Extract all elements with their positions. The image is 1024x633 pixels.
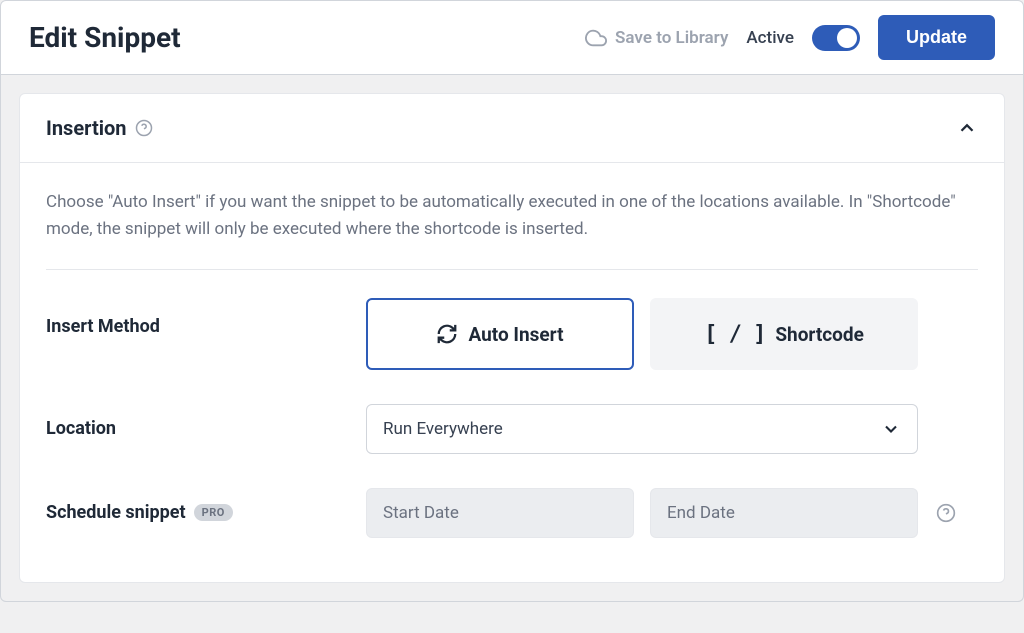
shortcode-icon: [ / ] [704, 322, 765, 347]
date-inputs [366, 488, 918, 538]
panel-title-group: Insertion [46, 116, 153, 140]
panel-title: Insertion [46, 116, 127, 140]
active-toggle[interactable] [812, 25, 860, 51]
insert-method-buttons: Auto Insert [ / ] Shortcode [366, 298, 918, 370]
location-selected-value: Run Everywhere [383, 419, 503, 439]
schedule-row: Schedule snippet PRO [46, 488, 978, 538]
schedule-label-group: Schedule snippet PRO [46, 488, 366, 523]
panel-body: Choose "Auto Insert" if you want the sni… [20, 163, 1004, 582]
insert-method-label: Insert Method [46, 298, 366, 337]
location-row: Location Run Everywhere [46, 404, 978, 454]
shortcode-label: Shortcode [775, 323, 864, 346]
cloud-icon [585, 27, 607, 49]
auto-insert-button[interactable]: Auto Insert [366, 298, 634, 370]
top-bar: Edit Snippet Save to Library Active Upda… [0, 0, 1024, 75]
divider [46, 269, 978, 270]
page-title: Edit Snippet [29, 21, 181, 54]
location-select[interactable]: Run Everywhere [366, 404, 918, 454]
chevron-up-icon[interactable] [956, 117, 978, 139]
start-date-input[interactable] [366, 488, 634, 538]
help-icon[interactable] [135, 119, 153, 137]
shortcode-button[interactable]: [ / ] Shortcode [650, 298, 918, 370]
refresh-icon [436, 323, 458, 345]
toggle-knob [837, 28, 857, 48]
topbar-actions: Save to Library Active Update [585, 15, 995, 60]
schedule-control [366, 488, 978, 538]
content-wrapper: Insertion Choose "Auto Insert" if you wa… [0, 75, 1024, 602]
chevron-down-icon [881, 419, 901, 439]
auto-insert-label: Auto Insert [468, 323, 563, 346]
update-button[interactable]: Update [878, 15, 995, 60]
panel-description: Choose "Auto Insert" if you want the sni… [46, 189, 978, 243]
pro-badge: PRO [194, 504, 233, 521]
location-control: Run Everywhere [366, 404, 978, 454]
panel-header[interactable]: Insertion [20, 94, 1004, 163]
insertion-panel: Insertion Choose "Auto Insert" if you wa… [19, 93, 1005, 583]
save-to-library-label: Save to Library [615, 28, 728, 48]
location-label: Location [46, 404, 366, 439]
active-label: Active [746, 28, 794, 48]
insert-method-row: Insert Method Auto Insert [ / ] Shortcod… [46, 298, 978, 370]
help-icon[interactable] [936, 503, 956, 523]
insert-method-control: Auto Insert [ / ] Shortcode [366, 298, 978, 370]
end-date-input[interactable] [650, 488, 918, 538]
schedule-label: Schedule snippet [46, 502, 186, 523]
save-to-library-button[interactable]: Save to Library [585, 27, 728, 49]
